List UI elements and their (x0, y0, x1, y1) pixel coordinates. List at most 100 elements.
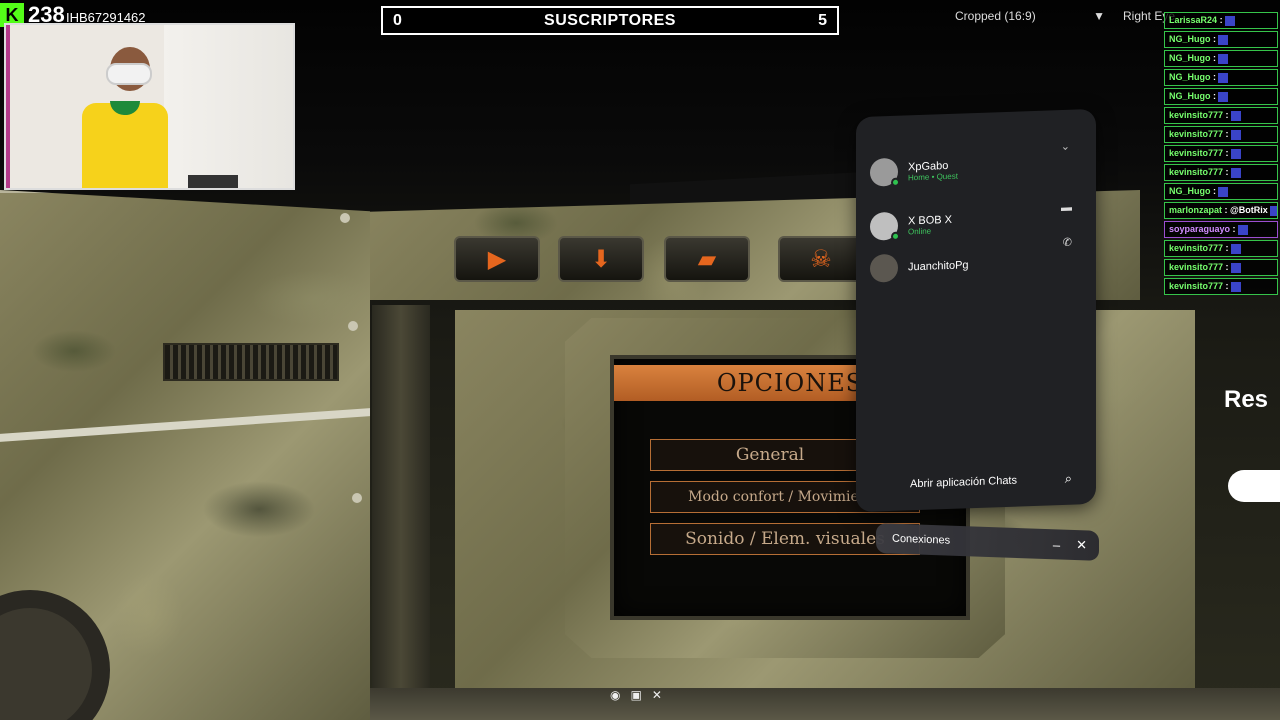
emote-icon (1218, 186, 1229, 197)
panel-stripe (0, 408, 370, 442)
chat-message: marlonzapat : @BotRix (1164, 202, 1278, 219)
chat-message: NG_Hugo : (1164, 69, 1278, 86)
chevron-down-icon: ▼ (1093, 9, 1105, 23)
chat-text: : (1232, 224, 1236, 234)
emote-icon (1230, 148, 1241, 159)
chat-message: soyparaguayo : (1164, 221, 1278, 238)
background-box (188, 175, 238, 188)
chat-text: : (1225, 167, 1229, 177)
subs-current: 0 (393, 11, 402, 29)
camera-icon[interactable]: ◉ (610, 688, 620, 702)
subs-title: SUSCRIPTORES (544, 11, 676, 29)
chat-text: : (1225, 148, 1229, 158)
skull-icon[interactable]: ☠ (778, 236, 864, 282)
open-chats-link[interactable]: Abrir aplicación Chats (910, 475, 1017, 491)
friend-name: JuanchitoPg (908, 259, 969, 274)
vent-grille (163, 343, 339, 381)
chat-username: marlonzapat (1169, 205, 1223, 215)
emote-icon (1218, 53, 1229, 64)
streamer-shirt (82, 103, 168, 188)
friend-row[interactable]: XpGabo Home • Quest (870, 152, 1070, 187)
friend-name: X BOB X (908, 213, 953, 227)
side-button[interactable] (1228, 470, 1280, 502)
vr-headset (106, 63, 152, 85)
subs-goal-bar: 0 SUSCRIPTORES 5 (381, 6, 839, 35)
menu-general-button[interactable]: General (650, 439, 890, 471)
chat-text: : (1225, 243, 1229, 253)
chat-message: LarissaR24 : (1164, 12, 1278, 29)
mute-icon[interactable]: ✕ (652, 688, 662, 702)
chat-text: : (1213, 91, 1217, 101)
friend-row[interactable]: JuanchitoPg (870, 248, 1070, 283)
chat-username: NG_Hugo (1169, 91, 1211, 101)
avatar (870, 211, 900, 241)
avatar (870, 157, 900, 187)
chat-text: : (1225, 281, 1229, 291)
chat-username: kevinsito777 (1169, 148, 1224, 158)
chat-username: NG_Hugo (1169, 186, 1211, 196)
chat-username: NG_Hugo (1169, 53, 1211, 63)
close-icon[interactable]: ✕ (1076, 537, 1087, 553)
chat-username: NG_Hugo (1169, 34, 1211, 44)
chat-message: kevinsito777 : (1164, 164, 1278, 181)
chat-message: kevinsito777 : (1164, 126, 1278, 143)
chat-username: soyparaguayo (1169, 224, 1231, 234)
friend-status: Online (908, 226, 932, 236)
emote-icon (1230, 262, 1241, 273)
side-text: Res (1224, 386, 1269, 413)
emote-icon (1269, 205, 1277, 216)
chat-text: : (1225, 262, 1229, 272)
record-icon[interactable]: ▣ (630, 688, 641, 702)
view-mode-value: Cropped (16:9) (955, 9, 1036, 23)
chat-username: kevinsito777 (1169, 243, 1224, 253)
chat-text: : (1219, 15, 1223, 25)
chat-message: NG_Hugo : (1164, 183, 1278, 200)
emote-icon (1224, 15, 1235, 26)
chat-message: kevinsito777 : (1164, 145, 1278, 162)
chat-username: LarissaR24 (1169, 15, 1218, 25)
play-icon[interactable]: ▶ (454, 236, 540, 282)
chat-message: NG_Hugo : (1164, 31, 1278, 48)
emote-icon (1230, 281, 1241, 292)
subs-target: 5 (818, 11, 827, 29)
chat-username: kevinsito777 (1169, 167, 1224, 177)
bolt (340, 213, 350, 223)
emote-icon (1218, 91, 1229, 102)
search-icon[interactable]: ⌕ (1065, 471, 1072, 487)
view-mode-select[interactable]: Cropped (16:9) ▼ (955, 9, 1105, 23)
chat-message: kevinsito777 : (1164, 240, 1278, 257)
emote-icon (1230, 110, 1241, 121)
chat-text: : (1225, 129, 1229, 139)
friend-status: Home • Quest (908, 171, 958, 182)
chat-text: : (1213, 53, 1217, 63)
social-panel: ⌄ XpGabo Home • Quest ▬ X BOB X Online ✆… (856, 108, 1096, 513)
chat-text: : @BotRix (1224, 205, 1268, 215)
chat-message: kevinsito777 : (1164, 107, 1278, 124)
webcam-feed (4, 23, 295, 190)
friend-row[interactable]: X BOB X Online (870, 206, 1070, 241)
chat-username: kevinsito777 (1169, 262, 1224, 272)
chat-username: kevinsito777 (1169, 281, 1224, 291)
chat-message: kevinsito777 : (1164, 259, 1278, 276)
emote-icon (1237, 224, 1248, 235)
bolt (348, 321, 358, 331)
chat-message: kevinsito777 : (1164, 278, 1278, 295)
chat-text: : (1213, 186, 1217, 196)
online-dot (891, 231, 900, 241)
chat-message: NG_Hugo : (1164, 88, 1278, 105)
connections-label: Conexiones (892, 532, 951, 547)
emote-icon (1218, 34, 1229, 45)
emote-icon (1218, 72, 1229, 83)
gun-icon[interactable]: ▰ (664, 236, 750, 282)
download-icon[interactable]: ⬇ (558, 236, 644, 282)
emote-icon (1230, 129, 1241, 140)
chat-overlay: LarissaR24 : NG_Hugo : NG_Hugo : NG_Hugo :N… (1160, 0, 1280, 370)
minimize-icon[interactable]: – (1053, 537, 1060, 552)
emote-icon (1230, 243, 1241, 254)
chat-text: : (1213, 34, 1217, 44)
chat-text: : (1225, 110, 1229, 120)
chat-text: : (1213, 72, 1217, 82)
bolt (352, 493, 362, 503)
capture-controls: ◉ ▣ ✕ (610, 688, 662, 702)
